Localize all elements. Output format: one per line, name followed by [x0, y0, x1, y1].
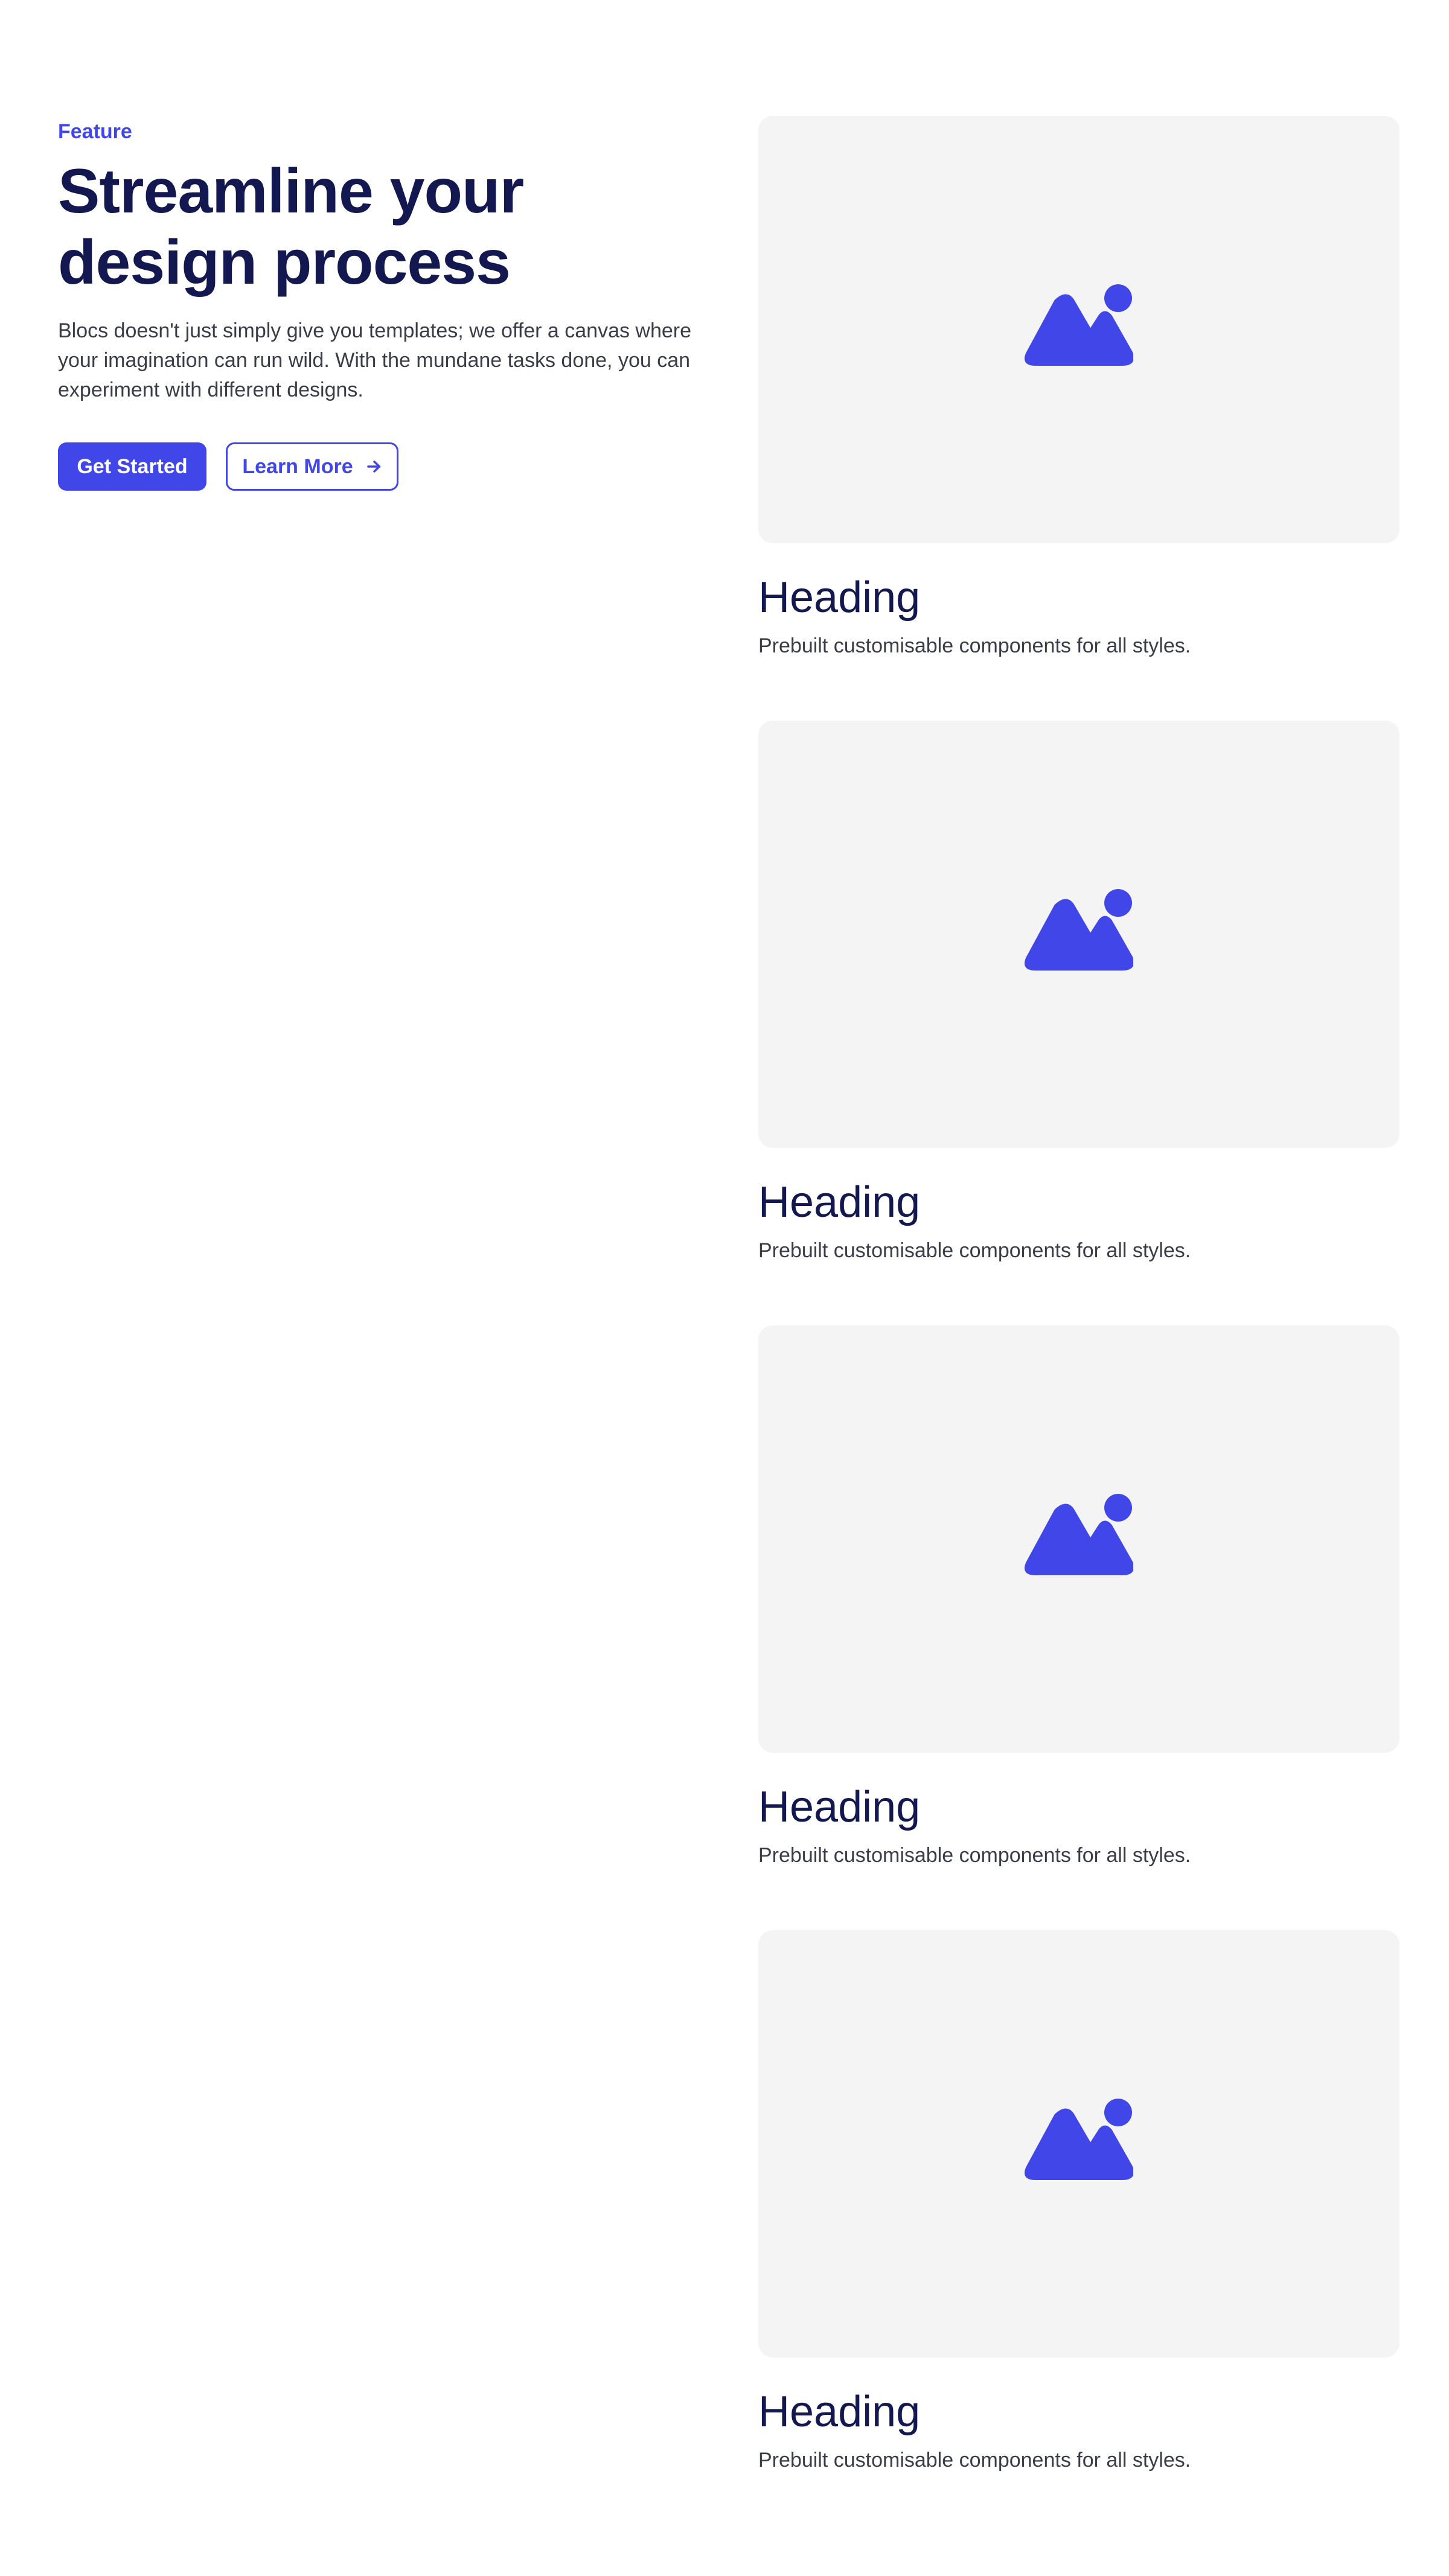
card-heading: Heading: [758, 573, 921, 622]
card-text: Prebuilt customisable components for all…: [758, 634, 1191, 657]
image-placeholder: [758, 721, 1399, 1148]
feature-card: Heading Prebuilt customisable components…: [758, 1930, 1399, 2535]
hero-actions: Get Started Learn More: [58, 442, 704, 491]
card-heading: Heading: [758, 1178, 921, 1226]
hero-description: Blocs doesn't just simply give you templ…: [58, 319, 692, 401]
image-placeholder-icon: [1025, 2098, 1134, 2190]
image-placeholder: [758, 1325, 1399, 1753]
card-text: Prebuilt customisable components for all…: [758, 1844, 1191, 1867]
eyebrow-label: Feature: [58, 120, 132, 143]
feature-card: Heading Prebuilt customisable components…: [758, 721, 1399, 1325]
image-placeholder-icon: [1025, 888, 1134, 981]
title-line-2: design process: [58, 228, 511, 298]
hero-column: Feature Streamline your design process B…: [58, 116, 704, 491]
card-heading: Heading: [758, 1783, 921, 1831]
image-placeholder-icon: [1025, 284, 1134, 376]
feature-card: Heading Prebuilt customisable components…: [758, 116, 1399, 721]
title-line-1: Streamline your: [58, 156, 524, 226]
image-placeholder: [758, 116, 1399, 543]
arrow-right-icon: [366, 459, 382, 474]
learn-more-button[interactable]: Learn More: [226, 442, 398, 491]
image-placeholder: [758, 1930, 1399, 2358]
image-placeholder-icon: [1025, 1493, 1134, 1586]
card-heading: Heading: [758, 2388, 921, 2436]
card-text: Prebuilt customisable components for all…: [758, 2449, 1191, 2472]
feature-card: Heading Prebuilt customisable components…: [758, 1325, 1399, 1930]
card-text: Prebuilt customisable components for all…: [758, 1239, 1191, 1262]
feature-section: Feature Streamline your design process B…: [0, 0, 1449, 2576]
get-started-button[interactable]: Get Started: [58, 442, 206, 491]
feature-cards: Heading Prebuilt customisable components…: [758, 116, 1399, 2535]
learn-more-label: Learn More: [242, 454, 353, 478]
page-title: Streamline your design process: [58, 156, 704, 298]
